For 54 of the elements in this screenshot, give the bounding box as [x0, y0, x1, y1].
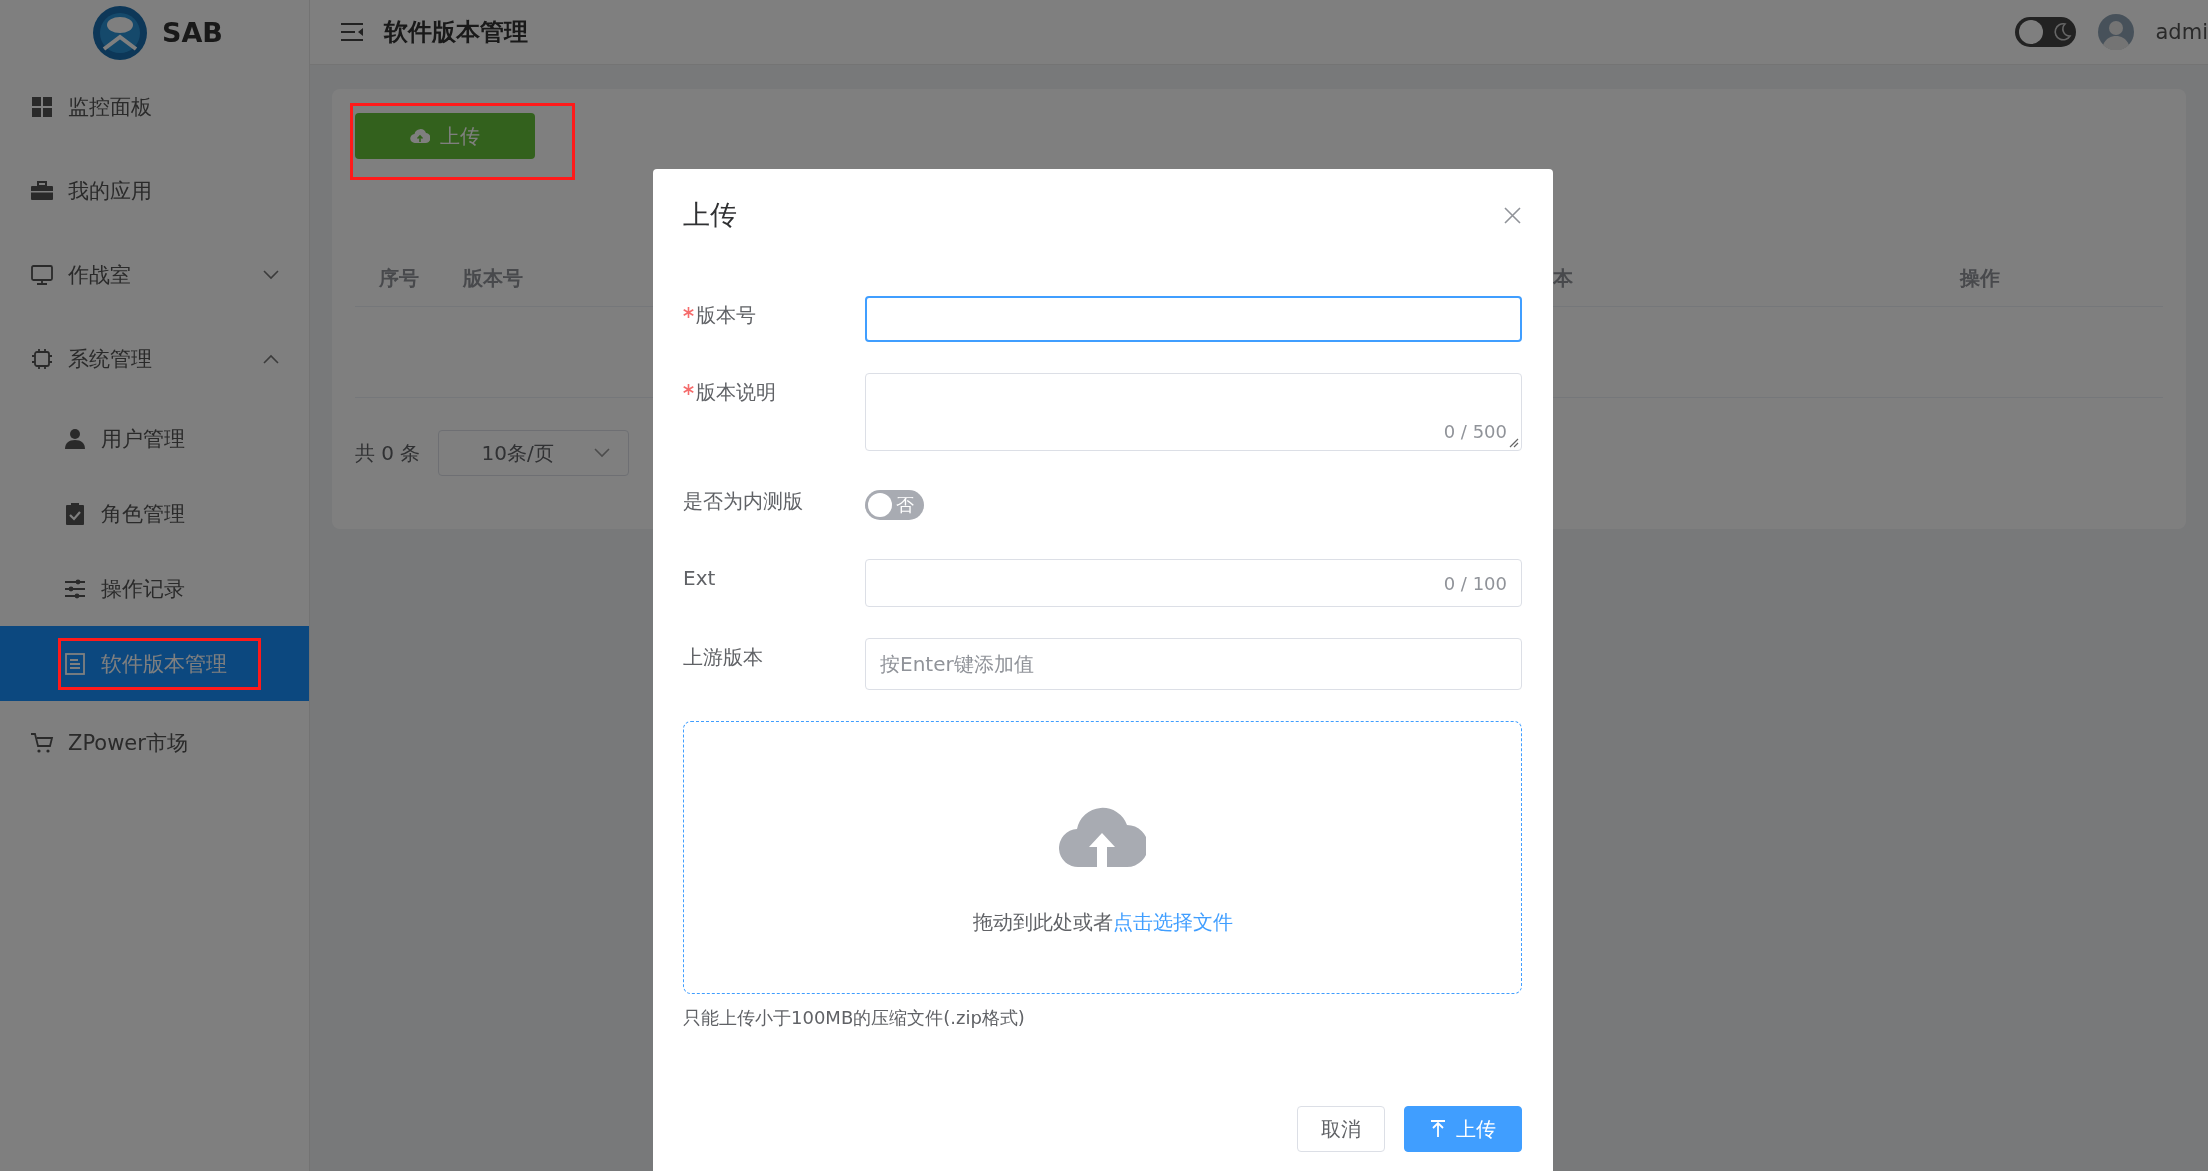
moon-icon — [2051, 22, 2072, 42]
sidebar-item[interactable]: 我的应用 — [0, 149, 309, 233]
cloud-upload-icon — [410, 128, 430, 144]
sidebar-item[interactable]: 操作记录 — [0, 551, 309, 626]
menu-icon — [340, 22, 364, 42]
document-icon — [63, 651, 87, 676]
sidebar-item[interactable]: ZPower市场 — [0, 701, 309, 785]
page-title: 软件版本管理 — [384, 17, 528, 48]
toggle-switch[interactable]: 否 — [865, 490, 924, 520]
menu-group[interactable]: 系统管理 — [0, 317, 309, 401]
user-name[interactable]: admi — [2155, 20, 2208, 44]
upload-button[interactable]: 上传 — [1404, 1106, 1522, 1152]
field-label: 版本号 — [696, 303, 756, 327]
user-icon — [63, 426, 87, 451]
placeholder: 按Enter键添加值 — [880, 650, 1034, 678]
input-field[interactable] — [865, 296, 1522, 342]
close-button[interactable] — [1504, 206, 1521, 224]
upload-icon — [1430, 1120, 1446, 1138]
dialog-title: 上传 — [683, 198, 737, 232]
cart-icon — [30, 731, 54, 755]
total-count: 共 0 条 — [355, 439, 421, 467]
drop-instruction: 拖动到此处或者点击选择文件 — [972, 909, 1233, 935]
input-field[interactable]: 按Enter键添加值 — [865, 638, 1522, 690]
field-label: 是否为内测版 — [683, 489, 803, 513]
theme-toggle[interactable] — [2014, 17, 2076, 47]
sidebar-item[interactable]: 用户管理 — [0, 401, 309, 476]
input-field[interactable]: 0 / 100 — [865, 559, 1522, 607]
grid-icon — [30, 95, 54, 119]
clipboard-check-icon — [63, 501, 87, 526]
char-counter: 0 / 500 — [1443, 421, 1507, 442]
char-counter: 0 / 100 — [1443, 572, 1507, 594]
sidebar-item[interactable]: 监控面板 — [0, 65, 309, 149]
resize-icon — [1509, 438, 1519, 448]
select-file-link[interactable]: 点击选择文件 — [1112, 910, 1233, 934]
menu-group[interactable]: 作战室 — [0, 233, 309, 317]
logo-icon — [92, 4, 148, 61]
briefcase-icon — [30, 179, 54, 203]
page-size-select[interactable]: 10条/页 — [438, 430, 630, 476]
text-area[interactable]: 0 / 500 — [865, 373, 1522, 451]
field-label: Ext — [683, 566, 716, 590]
upload-button[interactable]: 上传 — [355, 113, 535, 159]
field-label: 版本说明 — [696, 380, 776, 404]
close-icon — [1504, 206, 1521, 224]
sidebar-item[interactable]: 软件版本管理 — [0, 626, 309, 701]
sidebar-item[interactable]: 角色管理 — [0, 476, 309, 551]
drop-zone[interactable]: 拖动到此处或者点击选择文件 — [683, 721, 1522, 994]
upload-hint: 只能上传小于100MB的压缩文件(.zip格式) — [683, 1006, 1026, 1030]
chip-icon — [30, 347, 54, 371]
cancel-button[interactable]: 取消 — [1297, 1106, 1385, 1152]
monitor-icon — [30, 263, 54, 287]
avatar-icon — [2097, 14, 2134, 50]
field-label: 上游版本 — [683, 645, 763, 669]
logo-text: SAB — [162, 17, 223, 48]
chevron-down-icon — [594, 448, 611, 458]
